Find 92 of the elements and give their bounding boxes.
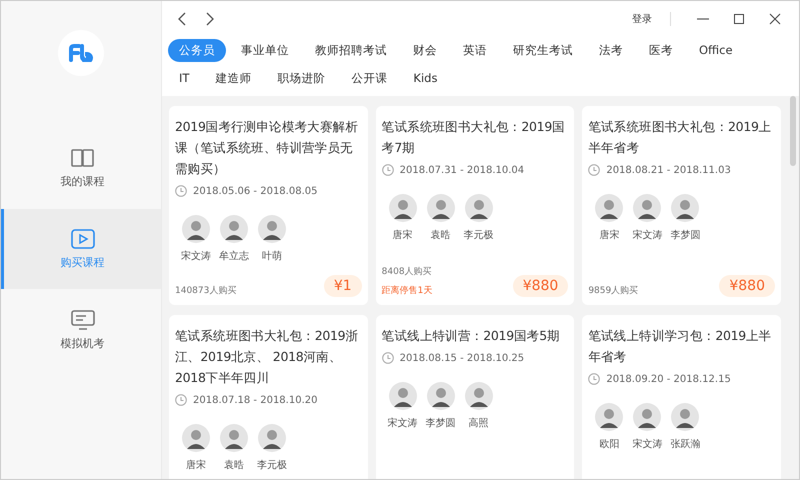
category-tab[interactable]: 公开课 bbox=[340, 66, 398, 90]
course-card[interactable]: 笔试线上特训营：2019国考5期 2018.08.15 - 2018.10.25 宋文涛 李梦圆 高照 bbox=[376, 315, 574, 479]
category-tab[interactable]: 教师招聘考试 bbox=[304, 38, 398, 62]
avatar-icon bbox=[182, 215, 210, 243]
course-title: 笔试系统班图书大礼包：2019国考7期 bbox=[382, 118, 566, 157]
course-title: 笔试线上特训营：2019国考5期 bbox=[382, 327, 561, 345]
category-tab[interactable]: Office bbox=[688, 39, 744, 61]
course-card[interactable]: 笔试系统班图书大礼包：2019浙江、2019北京、 2018河南、2018下半年四川 2018.07.18 - 2018.10.20 唐宋 袁晧 李元极 bbox=[169, 315, 368, 479]
teacher-name: 宋文涛 bbox=[632, 228, 662, 242]
category-tab[interactable]: Kids bbox=[402, 67, 448, 89]
price-badge: ¥880 bbox=[719, 275, 775, 297]
login-button[interactable]: 登录 bbox=[628, 10, 656, 28]
course-title: 笔试系统班图书大礼包：2019上半年省考 bbox=[588, 118, 772, 157]
teacher-name: 袁晧 bbox=[430, 228, 451, 242]
course-dates: 2018.07.18 - 2018.10.20 bbox=[193, 394, 318, 406]
avatar-icon bbox=[388, 194, 417, 222]
course-dates: 2018.08.15 - 2018.10.25 bbox=[400, 352, 524, 364]
category-tab[interactable]: 研究生考试 bbox=[502, 38, 584, 62]
teacher-name: 张跃瀚 bbox=[670, 438, 700, 451]
price-badge: ¥880 bbox=[512, 275, 568, 297]
category-tab[interactable]: 医考 bbox=[638, 38, 684, 62]
clock-icon bbox=[588, 164, 600, 176]
category-tab[interactable]: IT bbox=[168, 67, 200, 89]
teacher-name: 宋文涛 bbox=[388, 416, 418, 430]
avatar-icon bbox=[258, 424, 286, 452]
course-dates: 2018.07.31 - 2018.10.04 bbox=[400, 164, 524, 176]
course-card[interactable]: 2019国考行测申论模考大赛解析课（笔试系统班、特训营学员无需购买） 2018.05.06 - 2018.08.05 宋文涛 牟立志 叶萌 140873人购买 ¥1 bbox=[169, 106, 368, 305]
sidebar-item[interactable]: 模拟机考 bbox=[1, 290, 161, 370]
avatar-icon bbox=[595, 403, 624, 431]
sale-deadline: 距离停售1天 bbox=[382, 284, 432, 297]
sidebar-item[interactable]: 我的课程 bbox=[1, 128, 161, 208]
teacher-name: 宋文涛 bbox=[632, 438, 662, 451]
avatar-icon bbox=[633, 194, 662, 222]
price-badge: ¥1 bbox=[324, 275, 362, 297]
teacher-name: 牟立志 bbox=[219, 250, 249, 263]
avatar-icon bbox=[258, 215, 286, 243]
buyer-count: 140873人购买 bbox=[175, 284, 236, 297]
teacher-name: 李元极 bbox=[464, 228, 494, 242]
course-dates: 2018.08.21 - 2018.11.03 bbox=[606, 164, 731, 176]
clock-icon bbox=[175, 185, 187, 197]
teacher-name: 李梦圆 bbox=[670, 228, 700, 242]
clock-icon bbox=[175, 394, 187, 406]
play-icon bbox=[70, 228, 96, 250]
teacher-name: 唐宋 bbox=[186, 458, 206, 472]
teacher-name: 李梦圆 bbox=[426, 416, 456, 430]
chevron-left-icon bbox=[177, 12, 187, 26]
teacher-name: 宋文涛 bbox=[181, 250, 211, 263]
avatar-icon bbox=[671, 403, 700, 431]
avatar-icon bbox=[464, 194, 493, 222]
maximize-icon bbox=[733, 12, 745, 24]
avatar-icon bbox=[633, 403, 662, 431]
monitor-icon bbox=[70, 309, 96, 331]
course-dates: 2018.05.06 - 2018.08.05 bbox=[193, 186, 318, 196]
category-tab[interactable]: 财会 bbox=[402, 38, 448, 62]
course-title: 2019国考行测申论模考大赛解析课（笔试系统班、特训营学员无需购买） bbox=[175, 118, 360, 178]
avatar-icon bbox=[388, 382, 417, 410]
avatar-icon bbox=[182, 424, 210, 452]
buyer-count: 9859人购买 bbox=[588, 284, 638, 297]
avatar-icon bbox=[464, 382, 493, 410]
avatar-icon bbox=[220, 215, 248, 243]
avatar-icon bbox=[426, 194, 455, 222]
teacher-name: 欧阳 bbox=[599, 438, 620, 451]
teacher-name: 李元极 bbox=[257, 458, 287, 472]
avatar-icon bbox=[426, 382, 455, 410]
teacher-name: 叶萌 bbox=[262, 250, 282, 263]
clock-icon bbox=[382, 164, 394, 176]
teacher-name: 袁晧 bbox=[224, 458, 244, 472]
avatar-icon bbox=[220, 424, 248, 452]
book-icon bbox=[70, 147, 96, 169]
course-title: 笔试线上特训学习包：2019上半年省考 bbox=[588, 327, 772, 366]
clock-icon bbox=[588, 373, 600, 385]
category-tab[interactable]: 职场进阶 bbox=[266, 66, 336, 90]
course-dates: 2018.09.20 - 2018.12.15 bbox=[606, 374, 731, 384]
avatar-icon bbox=[595, 194, 624, 222]
chevron-right-icon bbox=[205, 12, 215, 26]
buyer-count: 8408人购买 bbox=[382, 266, 432, 278]
teacher-name: 唐宋 bbox=[392, 228, 413, 242]
close-icon bbox=[769, 12, 781, 24]
course-title: 笔试系统班图书大礼包：2019浙江、2019北京、 2018河南、2018下半年四川 bbox=[175, 327, 360, 387]
app-logo bbox=[58, 30, 104, 76]
course-card[interactable]: 笔试系统班图书大礼包：2019上半年省考 2018.08.21 - 2018.11.03 唐宋 宋文涛 李梦圆 9859人购买 ¥880 bbox=[582, 106, 781, 305]
avatar-icon bbox=[671, 194, 700, 222]
course-card[interactable]: 笔试线上特训学习包：2019上半年省考 2018.09.20 - 2018.12.15 欧阳 宋文涛 张跃瀚 bbox=[582, 315, 781, 479]
teacher-name: 唐宋 bbox=[599, 228, 620, 242]
category-tab[interactable]: 建造师 bbox=[204, 66, 262, 90]
teacher-name: 高照 bbox=[468, 416, 489, 430]
course-card[interactable]: 笔试系统班图书大礼包：2019国考7期 2018.07.31 - 2018.10.04 唐宋 袁晧 李元极 8408人购买 距离停售1天 ¥880 bbox=[376, 106, 574, 305]
scrollbar[interactable] bbox=[790, 96, 796, 166]
category-tab[interactable]: 事业单位 bbox=[230, 38, 300, 62]
category-tab[interactable]: 法考 bbox=[588, 38, 634, 62]
clock-icon bbox=[382, 352, 394, 364]
category-tab[interactable]: 英语 bbox=[452, 38, 498, 62]
